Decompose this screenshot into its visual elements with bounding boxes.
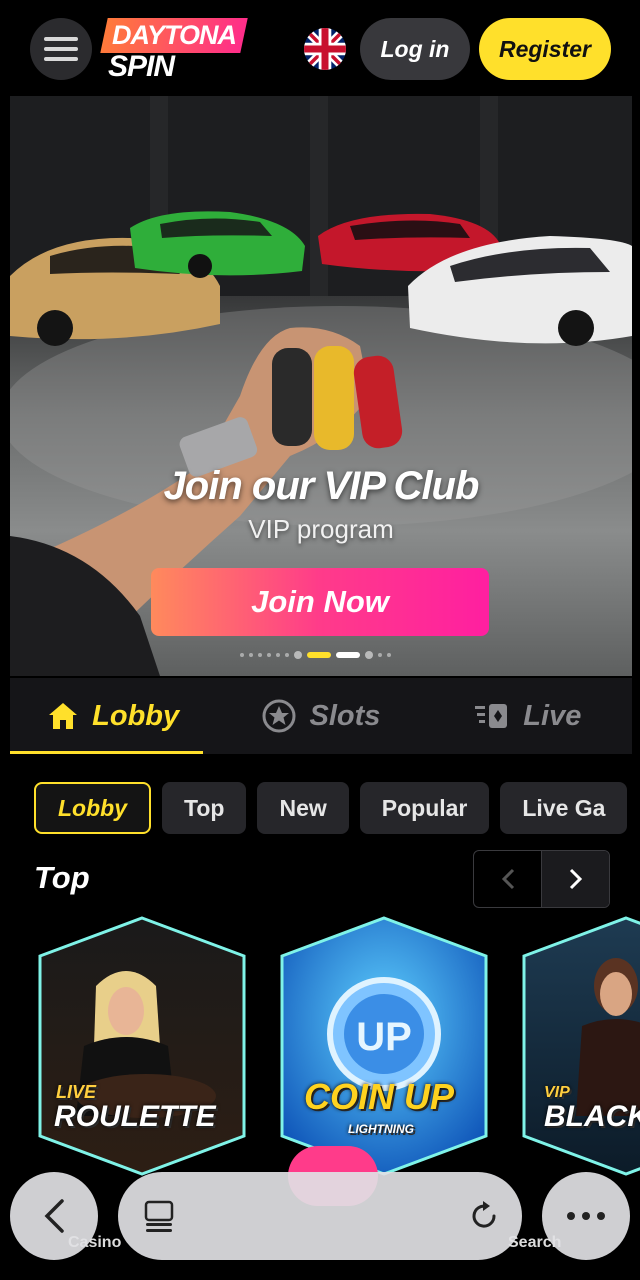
hexagon-card-frame: [38, 916, 246, 1176]
carousel-pagination[interactable]: [240, 651, 391, 659]
card-line2: BLACK: [544, 1100, 640, 1133]
carousel-dot[interactable]: [294, 651, 302, 659]
top-header: DAYTONA SPIN Log in Register: [0, 0, 640, 96]
card-line2: LIGHTNING: [348, 1122, 414, 1136]
hamburger-icon: [44, 37, 78, 61]
carousel-arrows: [473, 850, 610, 908]
carousel-dot[interactable]: [387, 653, 391, 657]
chevron-left-icon: [44, 1199, 64, 1233]
carousel-dot[interactable]: [249, 653, 253, 657]
prev-arrow-button[interactable]: [474, 851, 541, 907]
carousel-dot[interactable]: [365, 651, 373, 659]
carousel-dot-active[interactable]: [307, 652, 331, 658]
logo-bottom-text: SPIN: [108, 50, 175, 83]
carousel-dot[interactable]: [267, 653, 271, 657]
hero-banner[interactable]: Join our VIP Club VIP program Join Now: [10, 96, 632, 676]
chevron-right-icon: [569, 868, 582, 890]
tab-live-label: Live: [523, 699, 582, 732]
reload-icon[interactable]: [468, 1200, 500, 1232]
carousel-dot[interactable]: [240, 653, 244, 657]
section-title-top: Top: [34, 860, 90, 895]
card-line2: ROULETTE: [54, 1100, 216, 1133]
game-card-vip-blackjack[interactable]: VIP BLACK: [520, 916, 640, 1176]
register-button[interactable]: Register: [479, 18, 611, 80]
chevron-left-icon: [501, 868, 514, 890]
join-now-button[interactable]: Join Now: [151, 568, 489, 636]
hero-title: Join our VIP Club: [163, 464, 480, 508]
tabs-icon: [144, 1200, 174, 1232]
uk-flag-language-icon[interactable]: [304, 28, 346, 70]
card-line1: COIN UP: [304, 1076, 455, 1117]
browser-back-button[interactable]: [10, 1172, 98, 1260]
hexagon-card-frame: UP: [280, 916, 488, 1176]
star-circle-icon: [262, 699, 296, 733]
tab-slots[interactable]: Slots: [217, 678, 424, 754]
home-icon: [49, 703, 78, 729]
next-arrow-button[interactable]: [541, 851, 609, 907]
chip-new[interactable]: New: [257, 782, 349, 834]
carousel-dot[interactable]: [258, 653, 262, 657]
carousel-dot[interactable]: [276, 653, 280, 657]
hamburger-menu-button[interactable]: [30, 18, 92, 80]
live-cards-icon: [475, 704, 508, 728]
main-category-tabs: Lobby Slots Live: [10, 678, 632, 754]
login-button[interactable]: Log in: [360, 18, 470, 80]
logo-top-text: DAYTONA: [112, 20, 237, 50]
chip-lobby[interactable]: Lobby: [34, 782, 151, 834]
hexagon-card-frame: [522, 916, 640, 1176]
tab-lobby-label: Lobby: [92, 699, 180, 732]
game-card-coin-up[interactable]: UP COIN UP LIGHTNING: [278, 916, 490, 1206]
browser-address-bar[interactable]: [118, 1172, 522, 1260]
tab-slots-label: Slots: [309, 699, 381, 732]
carousel-dot-active[interactable]: [336, 652, 360, 658]
daytona-spin-logo[interactable]: DAYTONA SPIN: [100, 16, 248, 86]
chip-live-games[interactable]: Live Ga: [500, 782, 628, 834]
browser-more-button[interactable]: [542, 1172, 630, 1260]
tab-lobby[interactable]: Lobby: [10, 678, 217, 754]
more-dots-icon: [567, 1212, 605, 1220]
svg-text:UP: UP: [356, 1015, 412, 1059]
chip-top[interactable]: Top: [162, 782, 247, 834]
subcategory-chips: Lobby Top New Popular Live Ga: [34, 782, 634, 834]
carousel-dot[interactable]: [378, 653, 382, 657]
tab-live[interactable]: Live: [425, 678, 632, 754]
carousel-dot[interactable]: [285, 653, 289, 657]
browser-toolbar: [0, 1164, 640, 1280]
chip-popular[interactable]: Popular: [359, 782, 490, 834]
game-card-live-roulette[interactable]: LIVE ROULETTE: [36, 916, 248, 1176]
hero-subtitle: VIP program: [248, 514, 394, 544]
